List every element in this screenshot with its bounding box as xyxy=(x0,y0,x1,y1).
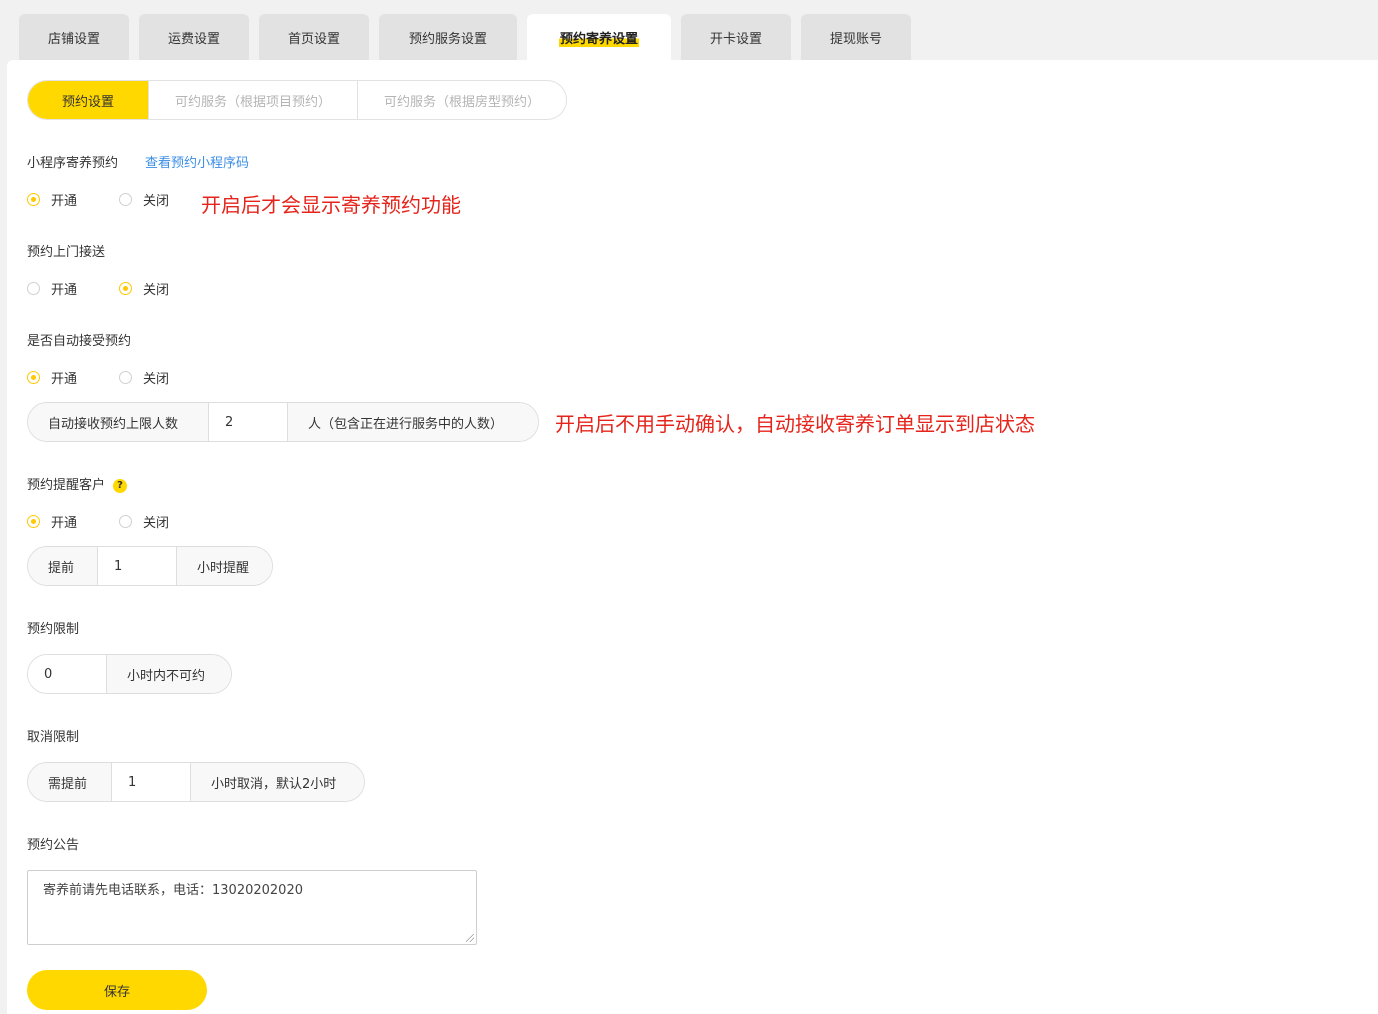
auto-accept-prefix: 自动接收预约上限人数 xyxy=(28,403,208,441)
radio-label: 关闭 xyxy=(143,194,170,209)
radio-checked-icon xyxy=(119,282,132,295)
cancel-limit-group: 需提前 1 小时取消，默认2小时 xyxy=(27,762,365,802)
tab-booking-service-settings[interactable]: 预约服务设置 xyxy=(379,14,517,60)
radio-label: 关闭 xyxy=(143,516,170,531)
tab-label: 预约服务设置 xyxy=(408,31,487,47)
cancel-limit-prefix: 需提前 xyxy=(28,763,111,801)
mini-program-note: 开启后才会显示寄养预约功能 xyxy=(201,193,461,217)
announcement-text: 寄养前请先电话联系，电话：13020202020 xyxy=(43,883,303,898)
radio-label: 关闭 xyxy=(143,372,170,387)
booking-limit-group: 0 小时内不可约 xyxy=(27,654,232,694)
cancel-limit-suffix: 小时取消，默认2小时 xyxy=(191,763,364,801)
auto-accept-off-radio[interactable]: 关闭 xyxy=(119,368,169,387)
radio-checked-icon xyxy=(27,371,40,384)
radio-label: 开通 xyxy=(51,372,78,387)
announcement-label: 预约公告 xyxy=(27,838,80,853)
radio-unchecked-icon xyxy=(119,193,132,206)
view-qr-code-link[interactable]: 查看预约小程序码 xyxy=(145,152,249,171)
tab-boarding-booking-settings[interactable]: 预约寄养设置 xyxy=(527,14,671,60)
tab-shipping-settings[interactable]: 运费设置 xyxy=(139,14,249,60)
booking-limit-input[interactable]: 0 xyxy=(28,655,107,693)
resize-grip-icon[interactable] xyxy=(466,934,474,942)
subtab-services-by-item[interactable]: 可约服务（根据项目预约） xyxy=(148,81,357,119)
tab-home-settings[interactable]: 首页设置 xyxy=(259,14,369,60)
subtab-services-by-room[interactable]: 可约服务（根据房型预约） xyxy=(357,81,566,119)
radio-unchecked-icon xyxy=(27,282,40,295)
reminder-off-radio[interactable]: 关闭 xyxy=(119,512,169,531)
auto-accept-limit-group: 自动接收预约上限人数 2 人（包含正在进行服务中的人数） xyxy=(27,402,539,442)
radio-label: 开通 xyxy=(51,283,78,298)
auto-accept-on-radio[interactable]: 开通 xyxy=(27,368,77,387)
tab-label: 预约寄养设置 xyxy=(558,27,639,47)
tab-label: 开卡设置 xyxy=(709,31,762,47)
reminder-prefix: 提前 xyxy=(28,547,97,585)
booking-limit-label: 预约限制 xyxy=(27,622,80,637)
radio-unchecked-icon xyxy=(119,371,132,384)
save-button[interactable]: 保存 xyxy=(27,970,207,1010)
auto-accept-label: 是否自动接受预约 xyxy=(27,334,132,349)
tab-label: 提现账号 xyxy=(829,31,882,47)
reminder-suffix: 小时提醒 xyxy=(177,547,272,585)
radio-checked-icon xyxy=(27,515,40,528)
reminder-label-text: 预约提醒客户 xyxy=(27,478,106,493)
tab-label: 首页设置 xyxy=(287,31,340,47)
radio-label: 关闭 xyxy=(143,283,170,298)
mini-program-booking-label: 小程序寄养预约 xyxy=(27,156,119,171)
settings-tabs: 店铺设置 运费设置 首页设置 预约服务设置 预约寄养设置 开卡设置 提现账号 xyxy=(0,0,1378,60)
auto-accept-suffix: 人（包含正在进行服务中的人数） xyxy=(288,403,538,441)
help-icon[interactable]: ? xyxy=(113,478,128,493)
reminder-on-radio[interactable]: 开通 xyxy=(27,512,77,531)
radio-checked-icon xyxy=(27,193,40,206)
door-pickup-label: 预约上门接送 xyxy=(27,245,106,260)
tab-withdraw-account[interactable]: 提现账号 xyxy=(801,14,911,60)
tab-card-settings[interactable]: 开卡设置 xyxy=(681,14,791,60)
auto-accept-limit-input[interactable]: 2 xyxy=(208,403,288,441)
door-pickup-off-radio[interactable]: 关闭 xyxy=(119,279,169,298)
mini-program-off-radio[interactable]: 关闭 xyxy=(119,190,169,209)
cancel-limit-label: 取消限制 xyxy=(27,730,80,745)
sub-tabs: 预约设置 可约服务（根据项目预约） 可约服务（根据房型预约） xyxy=(27,80,567,120)
reminder-hours-input[interactable]: 1 xyxy=(97,547,177,585)
radio-label: 开通 xyxy=(51,194,78,209)
subtab-booking-settings[interactable]: 预约设置 xyxy=(28,81,148,119)
tab-store-settings[interactable]: 店铺设置 xyxy=(19,14,129,60)
auto-accept-note: 开启后不用手动确认，自动接收寄养订单显示到店状态 xyxy=(555,412,1035,436)
reminder-hours-group: 提前 1 小时提醒 xyxy=(27,546,273,586)
cancel-limit-input[interactable]: 1 xyxy=(111,763,191,801)
mini-program-on-radio[interactable]: 开通 xyxy=(27,190,77,209)
reminder-label: 预约提醒客户? xyxy=(27,474,128,493)
tab-label: 运费设置 xyxy=(167,31,220,47)
door-pickup-on-radio[interactable]: 开通 xyxy=(27,279,77,298)
radio-label: 开通 xyxy=(51,516,78,531)
announcement-textarea[interactable]: 寄养前请先电话联系，电话：13020202020 xyxy=(27,870,477,945)
radio-unchecked-icon xyxy=(119,515,132,528)
booking-limit-suffix: 小时内不可约 xyxy=(107,655,231,693)
tab-label: 店铺设置 xyxy=(47,31,100,47)
